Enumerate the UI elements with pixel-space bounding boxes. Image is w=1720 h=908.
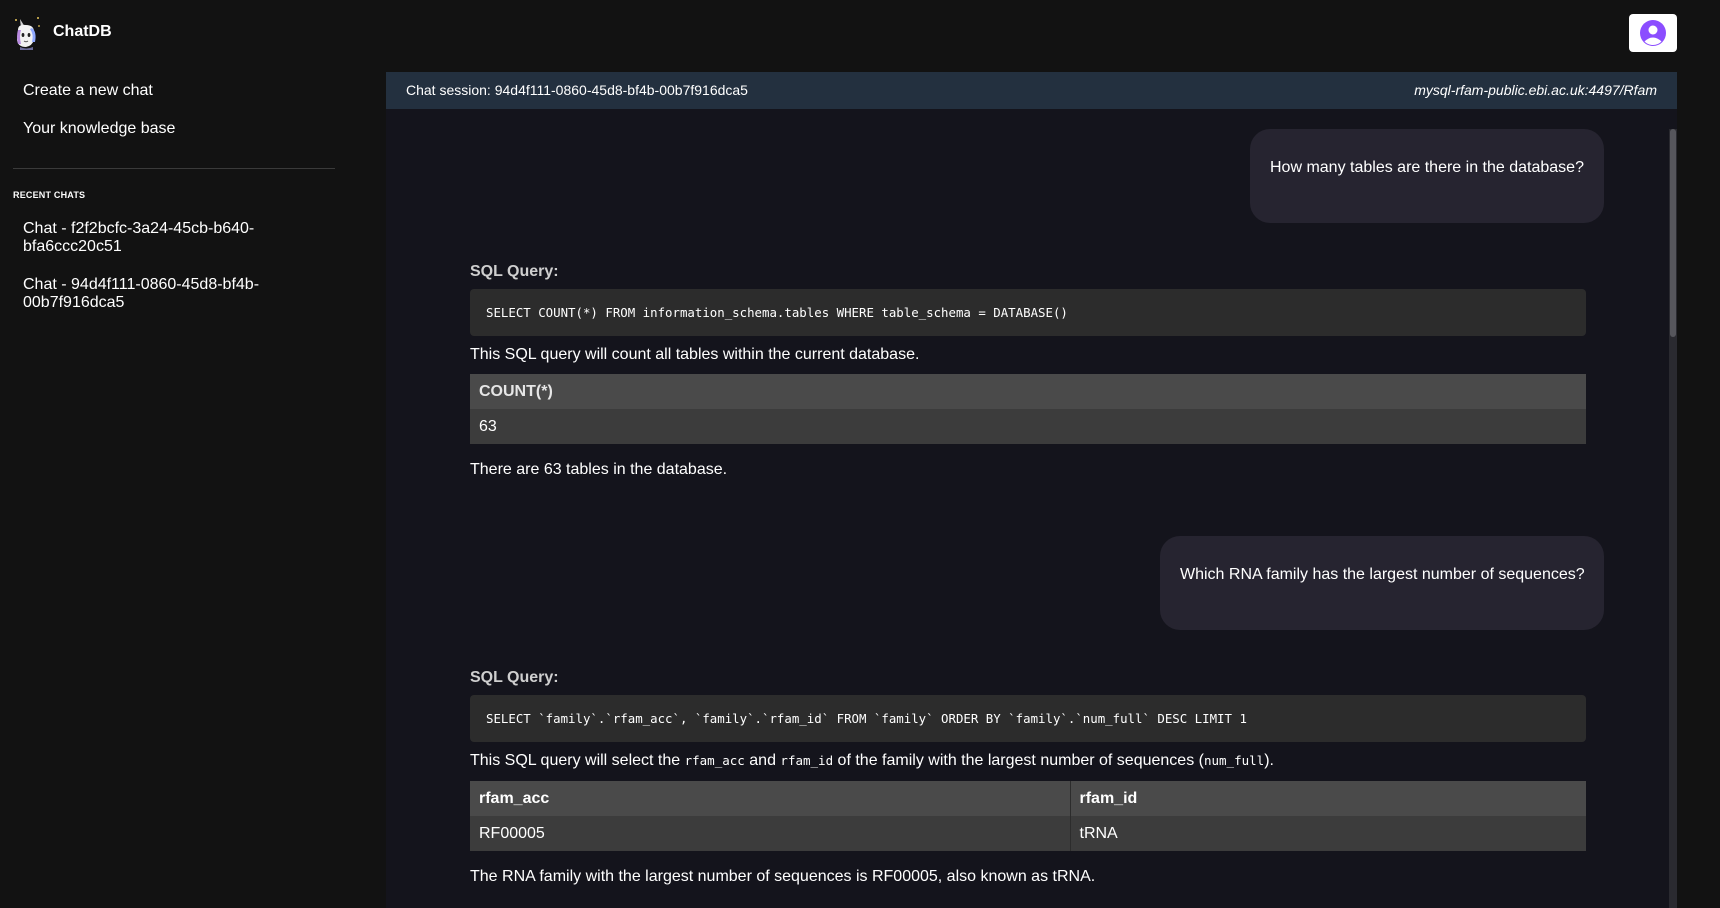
table-header-row: rfam_acc rfam_id (470, 781, 1586, 816)
user-message: How many tables are there in the databas… (1250, 129, 1604, 223)
nav-knowledge-base[interactable]: Your knowledge base (23, 120, 175, 138)
explanation-text: and (744, 752, 781, 769)
user-avatar-icon (1640, 20, 1666, 46)
table-cell: tRNA (1069, 816, 1586, 851)
sidebar-divider (13, 168, 335, 169)
sql-code-block: SELECT `family`.`rfam_acc`, `family`.`rf… (470, 695, 1586, 742)
top-bar: ChatDB (0, 0, 1720, 66)
inline-code: rfam_acc (684, 753, 745, 768)
session-id: Chat session: 94d4f111-0860-45d8-bf4b-00… (406, 82, 748, 98)
explanation-text: of the family with the largest number of… (833, 752, 1204, 769)
scrollbar-thumb[interactable] (1670, 129, 1676, 337)
sql-code-block: SELECT COUNT(*) FROM information_schema.… (470, 289, 1586, 336)
user-avatar-button[interactable] (1629, 14, 1677, 52)
nav-create-new-chat[interactable]: Create a new chat (23, 82, 153, 100)
inline-code: num_full (1203, 753, 1265, 768)
user-message: Which RNA family has the largest number … (1160, 536, 1604, 630)
answer-text: The RNA family with the largest number o… (470, 868, 1096, 885)
sql-explanation: This SQL query will count all tables wit… (470, 346, 920, 363)
table-header-cell: rfam_id (1069, 781, 1586, 816)
app-title: ChatDB (53, 23, 112, 40)
unicorn-logo-icon (12, 16, 42, 50)
answer-text: There are 63 tables in the database. (470, 461, 728, 478)
table-row: 63 (470, 409, 1586, 444)
sql-query-label: SQL Query: (470, 263, 559, 280)
recent-chats-heading: RECENT CHATS (13, 190, 86, 200)
table-cell: 63 (470, 409, 1586, 444)
user-message-text: How many tables are there in the databas… (1270, 159, 1584, 176)
result-table: rfam_acc rfam_id RF00005 tRNA (470, 781, 1586, 851)
table-header-cell: COUNT(*) (470, 374, 1586, 409)
recent-chat-item[interactable]: Chat - 94d4f111-0860-45d8-bf4b-00b7f916d… (23, 276, 283, 312)
sql-explanation: This SQL query will select the rfam_acc … (470, 752, 1274, 770)
user-message-text: Which RNA family has the largest number … (1180, 566, 1585, 583)
table-header-row: COUNT(*) (470, 374, 1586, 409)
explanation-text: ). (1264, 752, 1274, 769)
table-cell: RF00005 (470, 816, 1070, 851)
explanation-text: This SQL query will select the (470, 752, 685, 769)
sql-query-label: SQL Query: (470, 669, 559, 686)
session-bar: Chat session: 94d4f111-0860-45d8-bf4b-00… (386, 72, 1677, 109)
recent-chat-item[interactable]: Chat - f2f2bcfc-3a24-45cb-b640-bfa6ccc20… (23, 220, 283, 256)
table-header-cell: rfam_acc (470, 781, 1070, 816)
table-row: RF00005 tRNA (470, 816, 1586, 851)
chat-panel: Chat session: 94d4f111-0860-45d8-bf4b-00… (386, 72, 1677, 908)
inline-code: rfam_id (780, 753, 834, 768)
sidebar: Create a new chat Your knowledge base RE… (0, 66, 350, 908)
result-table: COUNT(*) 63 (470, 374, 1586, 444)
connection-string: mysql-rfam-public.ebi.ac.uk:4497/Rfam (1414, 82, 1657, 98)
